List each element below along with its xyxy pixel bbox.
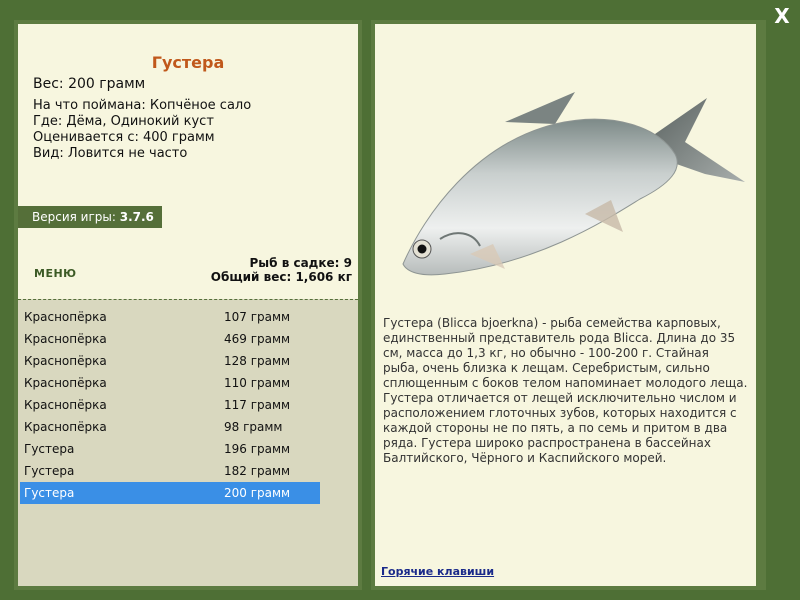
catch-weight: 98 грамм [224,420,283,434]
fish-title: Густера [151,53,225,72]
menu-button[interactable]: МЕНЮ [34,267,77,280]
catch-name: Краснопёрка [24,376,107,390]
list-item[interactable]: Густера 196 грамм [20,438,320,460]
fish-info-content: Густера (Blicca bjoerkna) - рыба семейст… [375,24,756,586]
catch-name: Густера [24,442,75,456]
close-button[interactable]: X [772,6,792,26]
total-weight: Общий вес: 1,606 кг [210,270,352,284]
catch-panel: Густера Вес: 200 грамм На что поймана: К… [14,20,362,590]
catch-stats: Рыб в садке: 9 Общий вес: 1,606 кг [211,256,352,284]
fish-count: Рыб в садке: 9 [249,256,353,270]
catch-name: Краснопёрка [24,398,107,412]
catch-weight: 182 грамм [224,464,291,478]
catch-weight: 107 грамм [224,310,291,324]
dorsal-fin-icon [505,92,575,124]
catch-name: Краснопёрка [24,420,107,434]
catch-weight: 117 грамм [224,398,291,412]
list-item[interactable]: Краснопёрка 469 грамм [20,328,320,350]
fish-pupil [417,244,427,254]
catch-weight: 128 грамм [224,354,291,368]
fish-place: Где: Дёма, Одинокий куст [33,114,214,129]
catch-weight: 200 грамм [224,486,291,500]
fish-value: Оценивается с: 400 грамм [33,130,215,145]
catch-weight: 196 грамм [224,442,291,456]
version-badge: Версия игры: 3.7.6 [18,206,162,228]
hotkeys-link[interactable]: Горячие клавиши [381,565,494,578]
catch-name: Густера [24,486,75,500]
catch-panel-content: Густера Вес: 200 грамм На что поймана: К… [18,24,358,586]
version-label: Версия игры: [32,210,116,224]
list-item[interactable]: Краснопёрка 128 грамм [20,350,320,372]
catch-weight: 110 грамм [224,376,291,390]
fish-weight: Вес: 200 грамм [33,76,146,92]
list-item-selected[interactable]: Густера 200 грамм [20,482,320,504]
list-item[interactable]: Краснопёрка 107 грамм [20,306,320,328]
list-item[interactable]: Краснопёрка 98 грамм [20,416,320,438]
catch-list: Краснопёрка 107 грамм Краснопёрка 469 гр… [18,299,358,586]
list-item[interactable]: Густера 182 грамм [20,460,320,482]
catch-name: Краснопёрка [24,332,107,346]
list-item[interactable]: Краснопёрка 110 грамм [20,372,320,394]
list-item[interactable]: Краснопёрка 117 грамм [20,394,320,416]
catch-name: Краснопёрка [24,310,107,324]
version-number: 3.7.6 [119,210,154,224]
fish-image [402,92,745,276]
fish-details: На что поймана: Копчёное сало Где: Дёма,… [33,98,251,162]
catch-name: Краснопёрка [24,354,107,368]
fish-info-panel: Густера (Blicca bjoerkna) - рыба семейст… [371,20,766,590]
catch-name: Густера [24,464,75,478]
game-window: X Густера Вес: 200 грамм На что поймана:… [0,0,800,600]
fish-bait: На что поймана: Копчёное сало [33,98,252,113]
fish-body [402,118,678,276]
catch-weight: 469 грамм [224,332,291,346]
fish-description: Густера (Blicca bjoerkna) - рыба семейст… [383,316,748,465]
fish-rarity: Вид: Ловится не часто [33,146,188,161]
